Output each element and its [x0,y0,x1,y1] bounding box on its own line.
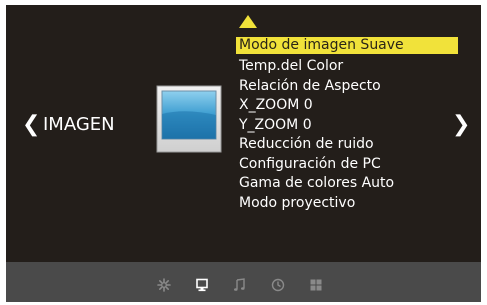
menu-item-pc-setup[interactable]: Configuración de PC [236,155,458,175]
menu-item-color-gamut[interactable]: Gama de colores Auto [236,174,458,194]
section-title: IMAGEN [43,114,115,135]
scroll-up-icon[interactable] [239,15,257,28]
monitor-icon [156,85,222,153]
picture-icon[interactable] [194,277,210,293]
picture-menu: Modo de imagen Suave Temp.del Color Rela… [236,37,458,213]
menu-item-y-zoom[interactable]: Y_ZOOM 0 [236,116,458,136]
menu-item-color-temperature[interactable]: Temp.del Color [236,57,458,77]
tab-icons [156,276,324,294]
grid-icon[interactable] [308,277,324,293]
menu-item-aspect-ratio[interactable]: Relación de Aspecto [236,77,458,97]
previous-section-button[interactable]: ❮ [22,114,40,136]
settings-icon[interactable] [156,277,172,293]
menu-item-x-zoom[interactable]: X_ZOOM 0 [236,96,458,116]
music-note-icon[interactable] [232,277,248,293]
menu-item-noise-reduction[interactable]: Reducción de ruido [236,135,458,155]
clock-icon[interactable] [270,277,286,293]
menu-item-projection-mode[interactable]: Modo proyectivo [236,194,458,214]
menu-item-picture-mode[interactable]: Modo de imagen Suave [236,37,458,54]
osd-screen: ❮ IMAGEN ❯ Modo de imagen Suave Temp.del… [0,0,487,305]
